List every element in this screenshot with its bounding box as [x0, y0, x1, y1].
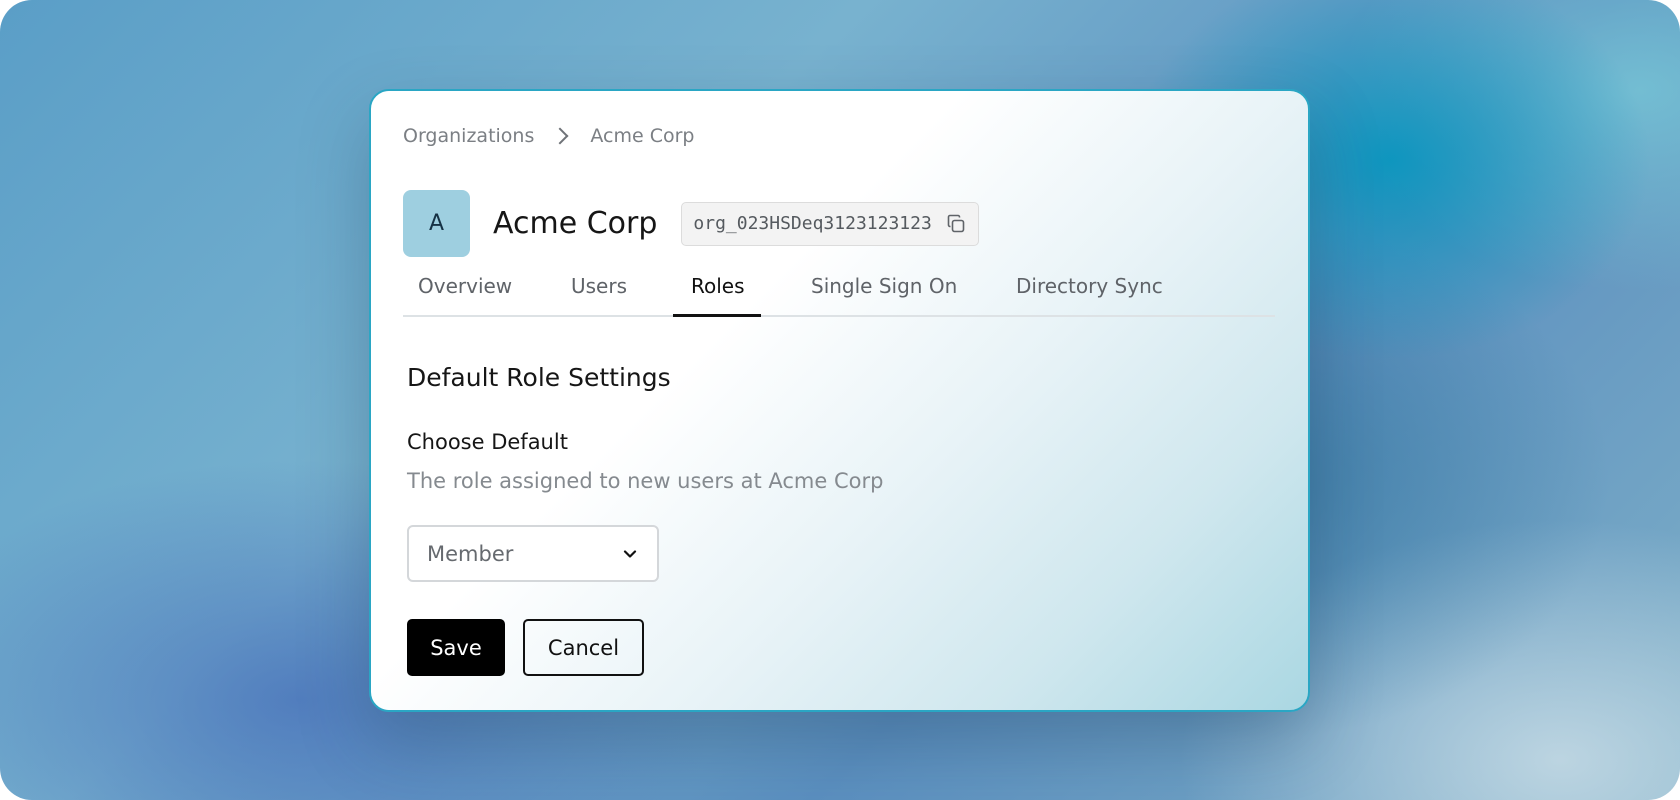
- default-role-select[interactable]: Member: [407, 525, 659, 582]
- tab-users[interactable]: Users: [571, 274, 627, 298]
- tab-roles[interactable]: Roles: [691, 274, 745, 298]
- cancel-button[interactable]: Cancel: [523, 619, 644, 676]
- active-tab-indicator: [673, 314, 761, 317]
- breadcrumb: Organizations Acme Corp: [403, 125, 695, 147]
- chevron-right-icon: [551, 127, 569, 145]
- breadcrumb-organizations[interactable]: Organizations: [403, 125, 534, 147]
- select-value: Member: [427, 541, 514, 566]
- org-header: A Acme Corp org_023HSDeq3123123123: [403, 190, 979, 257]
- org-id-badge: org_023HSDeq3123123123: [681, 201, 979, 246]
- avatar: A: [403, 190, 470, 257]
- chevron-down-icon: [623, 549, 637, 558]
- organization-card: Organizations Acme Corp A Acme Corp org_…: [369, 89, 1310, 712]
- field-help-text: The role assigned to new users at Acme C…: [407, 469, 884, 493]
- section-title: Default Role Settings: [407, 363, 671, 392]
- tab-overview[interactable]: Overview: [418, 274, 512, 298]
- tab-bar: Overview Users Roles Single Sign On Dire…: [403, 265, 1275, 317]
- save-button[interactable]: Save: [407, 619, 505, 676]
- tab-single-sign-on[interactable]: Single Sign On: [811, 274, 957, 298]
- tab-directory-sync[interactable]: Directory Sync: [1016, 274, 1163, 298]
- org-id-text: org_023HSDeq3123123123: [693, 213, 932, 234]
- page-title: Acme Corp: [493, 206, 658, 241]
- breadcrumb-current: Acme Corp: [590, 125, 695, 147]
- copy-icon[interactable]: [944, 212, 968, 236]
- field-label: Choose Default: [407, 430, 568, 454]
